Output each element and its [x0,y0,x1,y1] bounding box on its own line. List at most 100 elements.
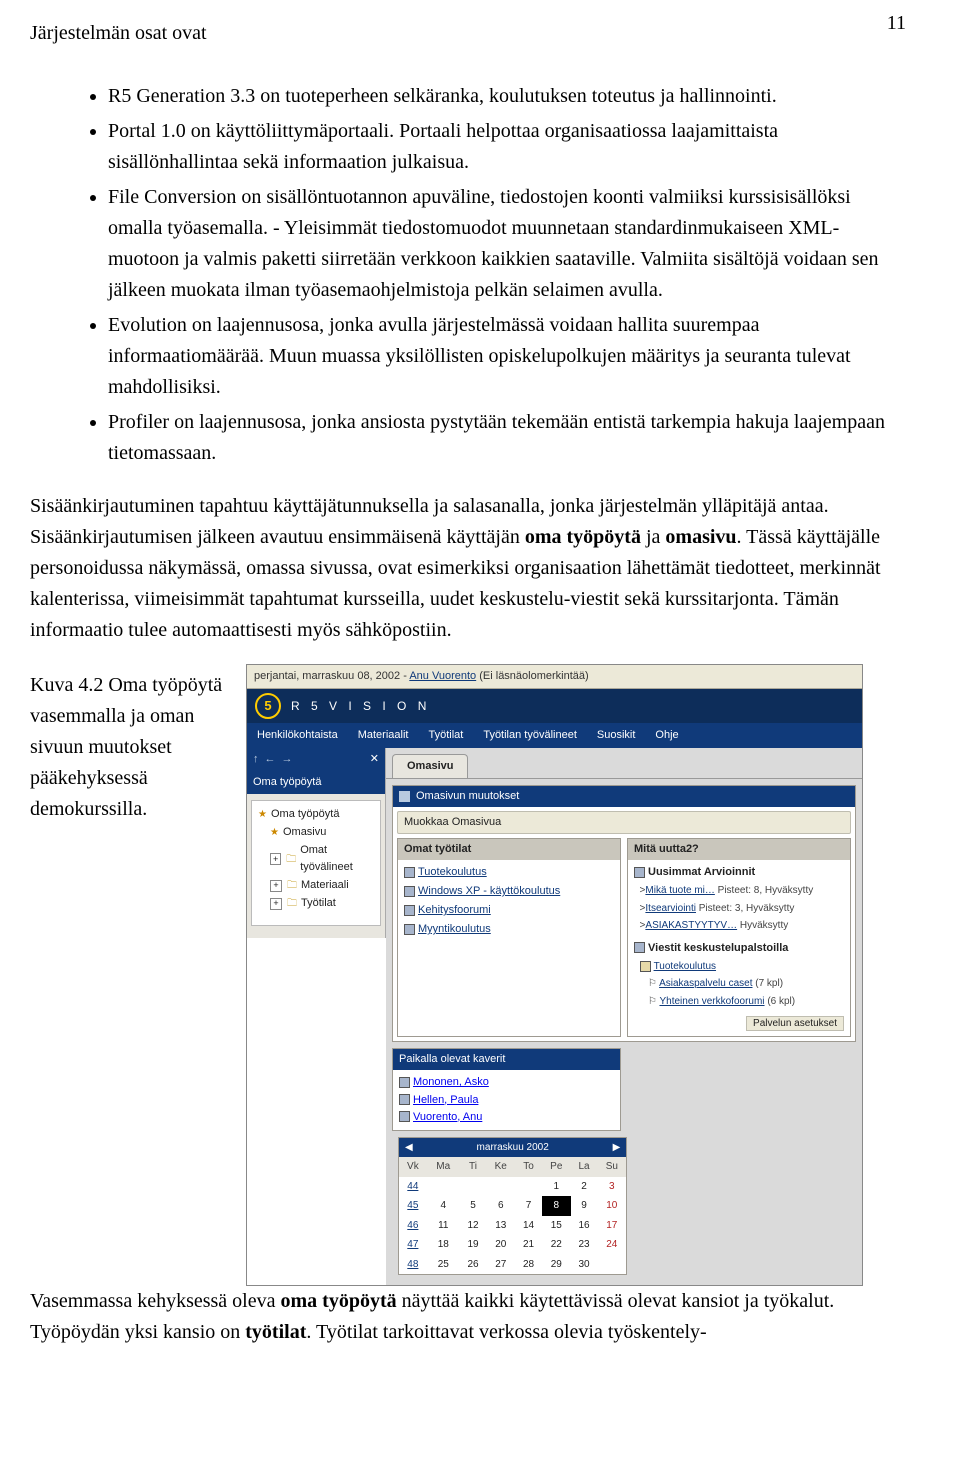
cal-day[interactable]: 18 [427,1235,460,1255]
cal-day[interactable]: 4 [427,1196,460,1216]
news-item[interactable]: ⚐ Asiakaspalvelu caset (7 kpl) [634,976,844,992]
workspace-link[interactable]: Kehitysfoorumi [418,904,491,916]
cal-day[interactable]: 16 [571,1216,597,1236]
cal-prev-icon[interactable]: ◀ [405,1140,413,1156]
friend-link[interactable]: Mononen, Asko [413,1076,489,1088]
news-item[interactable]: >Mikä tuote mi… Pisteet: 8, Hyväksytty [634,883,844,899]
cal-day[interactable]: 7 [515,1196,541,1216]
folder-icon: 🗀 [286,852,296,868]
nav-next-icon[interactable]: → [282,751,293,768]
news-link[interactable]: Yhteinen verkkofoorumi [659,996,764,1007]
cal-day[interactable]: 21 [515,1235,541,1255]
cal-day[interactable]: 25 [427,1255,460,1275]
cal-day[interactable] [597,1255,626,1275]
section-title: Paikalla olevat kaverit [399,1051,505,1068]
cal-day[interactable]: 1 [542,1177,571,1197]
workspace-link[interactable]: Windows XP - käyttökoulutus [418,885,560,897]
tree-item[interactable]: ★Omasivu [256,824,376,841]
cal-day[interactable]: 2 [571,1177,597,1197]
nav-tree[interactable]: ★Oma työpöytä ★Omasivu +🗀Omat työvälinee… [251,800,381,926]
tree-item[interactable]: ★Oma työpöytä [256,806,376,823]
bullet-icon [404,867,415,878]
news-item[interactable]: >ASIAKASTYYTYV… Hyväksytty [634,918,844,934]
cal-day[interactable]: 13 [486,1216,515,1236]
calendar-widget[interactable]: ◀ marraskuu 2002 ▶ Vk Ma Ti Ke [398,1137,627,1276]
cal-day[interactable]: 9 [571,1196,597,1216]
friend-link[interactable]: Hellen, Paula [413,1094,478,1106]
expand-icon[interactable]: + [270,898,282,910]
cal-week[interactable]: 47 [399,1235,427,1255]
tab-omasivu[interactable]: Omasivu [392,754,468,778]
menu-item[interactable]: Henkilökohtaista [247,723,348,748]
edit-omasivu-button[interactable]: Muokkaa Omasivua [397,811,851,834]
menu-item[interactable]: Materiaalit [348,723,419,748]
tree-item[interactable]: +🗀Omat työvälineet [256,842,376,876]
screenshot-r5-vision: perjantai, marraskuu 08, 2002 - Anu Vuor… [246,664,863,1286]
close-icon[interactable]: ✕ [370,751,379,768]
calendar-table: Vk Ma Ti Ke To Pe La Su [399,1157,626,1274]
menu-item[interactable]: Työtilan työvälineet [473,723,587,748]
cal-day[interactable]: 30 [571,1255,597,1275]
list-item[interactable]: Mononen, Asko [399,1074,614,1091]
cal-dow: Ti [460,1157,486,1177]
cal-day[interactable]: 26 [460,1255,486,1275]
cal-day[interactable]: 11 [427,1216,460,1236]
list-item[interactable]: Kehitysfoorumi [404,902,614,919]
cal-day[interactable] [427,1177,460,1197]
nav-prev-icon[interactable]: ← [265,751,276,768]
cal-week[interactable]: 46 [399,1216,427,1236]
list-item[interactable]: Hellen, Paula [399,1092,614,1109]
news-item[interactable]: >Itsearviointi Pisteet: 3, Hyväksytty [634,901,844,917]
news-link[interactable]: Mikä tuote mi… [645,885,714,896]
user-link[interactable]: Anu Vuorento [409,670,476,682]
cal-day[interactable]: 23 [571,1235,597,1255]
cal-day[interactable] [486,1177,515,1197]
cal-day[interactable]: 27 [486,1255,515,1275]
cal-day[interactable]: 6 [486,1196,515,1216]
news-item[interactable]: ⚐ Yhteinen verkkofoorumi (6 kpl) [634,994,844,1010]
cal-day[interactable]: 3 [597,1177,626,1197]
menu-item[interactable]: Ohje [645,723,688,748]
cal-day[interactable]: 12 [460,1216,486,1236]
cal-day[interactable]: 17 [597,1216,626,1236]
cal-day[interactable]: 24 [597,1235,626,1255]
cal-day[interactable]: 10 [597,1196,626,1216]
list-item[interactable]: Windows XP - käyttökoulutus [404,883,614,900]
cal-day[interactable]: 28 [515,1255,541,1275]
news-link[interactable]: ASIAKASTYYTYV… [645,920,737,931]
cal-day[interactable]: 20 [486,1235,515,1255]
service-settings-button[interactable]: Palvelun asetukset [746,1016,844,1031]
cal-day[interactable]: 29 [542,1255,571,1275]
cal-dow: Pe [542,1157,571,1177]
cal-week[interactable]: 45 [399,1196,427,1216]
cal-day[interactable] [515,1177,541,1197]
tree-item[interactable]: +🗀Työtilat [256,895,376,912]
cal-week[interactable]: 48 [399,1255,427,1275]
cal-day[interactable]: 5 [460,1196,486,1216]
cal-next-icon[interactable]: ▶ [613,1140,621,1156]
cal-week[interactable]: 44 [399,1177,427,1197]
nav-back-icon[interactable]: ↑ [253,751,259,768]
cal-day[interactable]: 14 [515,1216,541,1236]
tree-item[interactable]: +🗀Materiaali [256,877,376,894]
cal-day[interactable] [460,1177,486,1197]
friend-link[interactable]: Vuorento, Anu [413,1111,482,1123]
cal-day[interactable]: 15 [542,1216,571,1236]
expand-icon[interactable]: + [270,880,282,892]
workspace-link[interactable]: Tuotekoulutus [418,866,487,878]
news-meta: Pisteet: 3, Hyväksytty [696,903,794,914]
news-link[interactable]: Asiakaspalvelu caset [659,978,752,989]
cal-day[interactable]: 22 [542,1235,571,1255]
list-item[interactable]: Myyntikoulutus [404,921,614,938]
news-item[interactable]: Tuotekoulutus [634,959,844,975]
workspace-link[interactable]: Myyntikoulutus [418,923,491,935]
menu-item[interactable]: Suosikit [587,723,646,748]
list-item[interactable]: Tuotekoulutus [404,864,614,881]
news-link[interactable]: Itsearviointi [645,903,696,914]
cal-day-today[interactable]: 8 [542,1196,571,1216]
expand-icon[interactable]: + [270,853,281,865]
list-item[interactable]: Vuorento, Anu [399,1109,614,1126]
menu-item[interactable]: Työtilat [418,723,473,748]
news-link[interactable]: Tuotekoulutus [654,961,716,972]
cal-day[interactable]: 19 [460,1235,486,1255]
